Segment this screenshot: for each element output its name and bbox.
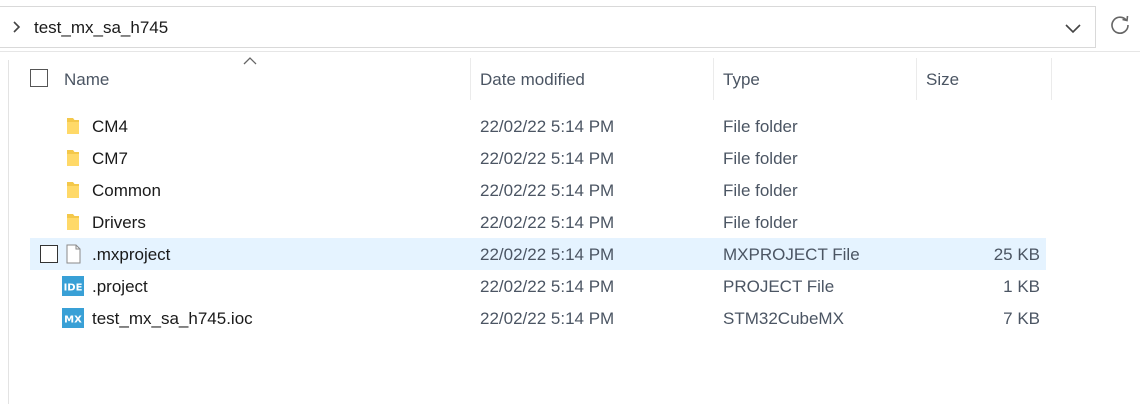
file-row[interactable]: Drivers 22/02/22 5:14 PM File folder [30, 206, 1046, 238]
address-bar[interactable]: test_mx_sa_h745 [0, 6, 1096, 48]
file-type: STM32CubeMX [723, 309, 844, 328]
chevron-down-icon[interactable] [1064, 22, 1082, 34]
folder-icon [62, 116, 84, 136]
file-date-modified: 22/02/22 5:14 PM [480, 277, 615, 296]
file-row[interactable]: IDE .project 22/02/22 5:14 PM PROJECT Fi… [30, 270, 1046, 302]
file-date-modified: 22/02/22 5:14 PM [480, 213, 615, 232]
file-type: File folder [723, 181, 798, 200]
file-size: 1 KB [1003, 277, 1040, 296]
column-divider[interactable] [713, 58, 714, 100]
navigation-pane-divider [8, 60, 9, 404]
ide-file-icon: IDE [62, 276, 84, 296]
file-date-modified: 22/02/22 5:14 PM [480, 309, 615, 328]
file-name: Drivers [92, 213, 146, 232]
file-name: CM4 [92, 117, 128, 136]
file-name: test_mx_sa_h745.ioc [92, 309, 253, 328]
column-divider[interactable] [1051, 58, 1052, 100]
folder-icon [62, 212, 84, 232]
column-divider[interactable] [470, 58, 471, 100]
file-date-modified: 22/02/22 5:14 PM [480, 181, 615, 200]
file-type: PROJECT File [723, 277, 835, 296]
file-name: CM7 [92, 149, 128, 168]
row-checkbox[interactable] [40, 245, 58, 263]
file-date-modified: 22/02/22 5:14 PM [480, 149, 615, 168]
column-header-size[interactable]: Size [926, 70, 959, 90]
file-size: 7 KB [1003, 309, 1040, 328]
blank-file-icon [62, 244, 84, 264]
file-type: File folder [723, 117, 798, 136]
file-type: MXPROJECT File [723, 245, 860, 264]
file-row[interactable]: CM7 22/02/22 5:14 PM File folder [30, 142, 1046, 174]
file-name: .mxproject [92, 245, 171, 264]
column-divider[interactable] [916, 58, 917, 100]
file-name: Common [92, 181, 161, 200]
file-type: File folder [723, 149, 798, 168]
file-type: File folder [723, 213, 798, 232]
column-header-date-modified[interactable]: Date modified [480, 70, 585, 90]
file-date-modified: 22/02/22 5:14 PM [480, 117, 615, 136]
column-header-name[interactable]: Name [64, 70, 109, 90]
file-size: 25 KB [993, 245, 1040, 264]
column-header-type[interactable]: Type [723, 70, 760, 90]
file-row[interactable]: MX test_mx_sa_h745.ioc 22/02/22 5:14 PM … [30, 302, 1046, 334]
svg-text:IDE: IDE [64, 283, 83, 294]
stm32cubemx-file-icon: MX [62, 308, 84, 328]
file-row-selected[interactable]: .mxproject 22/02/22 5:14 PM MXPROJECT Fi… [30, 238, 1046, 270]
file-date-modified: 22/02/22 5:14 PM [480, 245, 615, 264]
file-name: .project [92, 277, 148, 296]
chevron-right-icon[interactable] [11, 18, 23, 36]
file-row[interactable]: CM4 22/02/22 5:14 PM File folder [30, 110, 1046, 142]
address-bar-area: test_mx_sa_h745 [0, 0, 1140, 52]
refresh-icon[interactable] [1108, 13, 1132, 37]
folder-icon [62, 148, 84, 168]
sort-ascending-icon [243, 57, 257, 65]
select-all-checkbox[interactable] [30, 69, 48, 87]
folder-icon [62, 180, 84, 200]
address-path[interactable]: test_mx_sa_h745 [34, 18, 168, 38]
file-row[interactable]: Common 22/02/22 5:14 PM File folder [30, 174, 1046, 206]
svg-text:MX: MX [64, 315, 82, 326]
